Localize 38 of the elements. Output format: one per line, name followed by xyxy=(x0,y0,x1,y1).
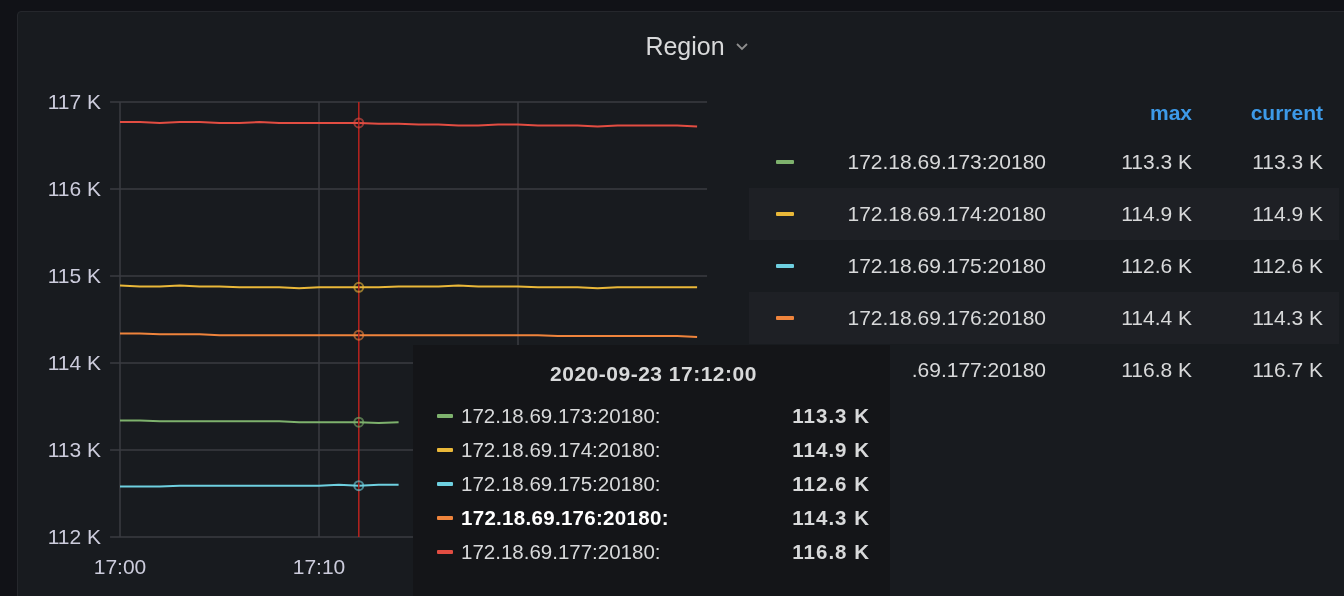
legend-series-name[interactable]: 172.18.69.173:20180 xyxy=(847,150,1046,174)
y-axis-label: 116 K xyxy=(47,177,101,200)
y-axis-label: 114 K xyxy=(47,351,101,374)
tooltip-series-name: 172.18.69.173:20180: xyxy=(461,404,662,428)
legend-value: 112.6 K xyxy=(1121,254,1192,278)
legend-value: 113.3 K xyxy=(1121,150,1192,174)
x-axis-label: 17:10 xyxy=(292,555,346,578)
tooltip-value: 116.8 K xyxy=(792,540,870,564)
legend-value: 114.4 K xyxy=(1121,306,1192,330)
y-axis-label: 117 K xyxy=(47,90,101,113)
tooltip-value: 112.6 K xyxy=(792,472,870,496)
y-axis-label: 112 K xyxy=(47,525,101,548)
tooltip-series-name: 172.18.69.177:20180: xyxy=(461,540,662,564)
legend-column-header[interactable]: max xyxy=(1149,101,1192,125)
tooltip-time: 2020-09-23 17:12:00 xyxy=(549,361,758,387)
legend-series-name[interactable]: 172.18.69.174:20180 xyxy=(847,202,1046,226)
chevron-icon xyxy=(734,41,749,51)
legend-value: 116.8 K xyxy=(1121,358,1192,382)
x-axis-label: 17:00 xyxy=(93,555,147,578)
legend-value: 113.3 K xyxy=(1252,150,1323,174)
legend-value: 116.7 K xyxy=(1252,358,1323,382)
tooltip-value: 114.3 K xyxy=(792,506,870,530)
legend-value: 114.3 K xyxy=(1252,306,1323,330)
tooltip-series-name: 172.18.69.175:20180: xyxy=(461,472,662,496)
tooltip-series-name: 172.18.69.174:20180: xyxy=(461,438,662,462)
tooltip-value: 114.9 K xyxy=(792,438,870,462)
tooltip-value: 113.3 K xyxy=(792,404,870,428)
legend-series-name[interactable]: 172.18.69.175:20180 xyxy=(847,254,1046,278)
y-axis-label: 115 K xyxy=(47,264,101,287)
legend-series-name[interactable]: 172.18.69.176:20180 xyxy=(847,306,1046,330)
legend-series-name[interactable]: .69.177:20180 xyxy=(911,358,1046,382)
legend-value: 112.6 K xyxy=(1252,254,1323,278)
panel-title-menu[interactable]: Region xyxy=(645,31,749,61)
legend-column-header[interactable]: current xyxy=(1250,101,1323,125)
tooltip-series-name: 172.18.69.176:20180: xyxy=(461,506,670,530)
y-axis-label: 113 K xyxy=(47,438,101,461)
legend-value: 114.9 K xyxy=(1252,202,1323,226)
legend-value: 114.9 K xyxy=(1121,202,1192,226)
